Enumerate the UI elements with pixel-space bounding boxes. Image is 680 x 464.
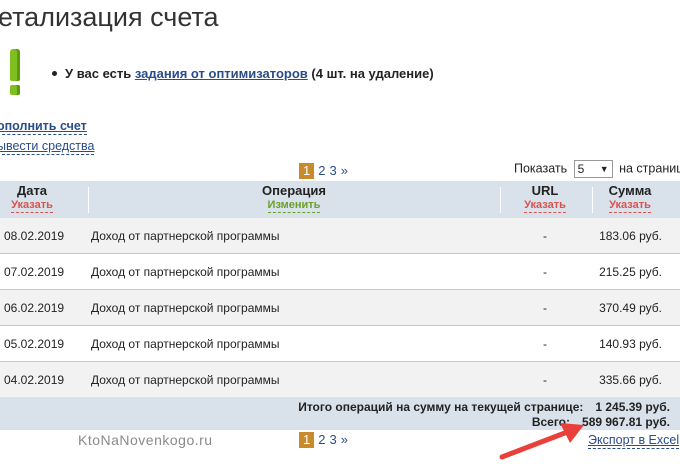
row-sum: 335.66 руб.	[599, 373, 662, 387]
row-date: 07.02.2019	[4, 265, 65, 279]
column-operation: Операция Изменить	[88, 183, 500, 213]
export-excel-link[interactable]: Экспорт в Excel	[588, 433, 680, 449]
page-link-2[interactable]: 2	[318, 163, 325, 178]
top-up-link[interactable]: ополнить счет	[0, 119, 87, 135]
table-row: 05.02.2019 Доход от партнерской программ…	[0, 326, 680, 361]
page-title: етализация счета	[0, 2, 219, 32]
table-row: 06.02.2019 Доход от партнерской программ…	[0, 290, 680, 325]
table-row: 07.02.2019 Доход от партнерской программ…	[0, 254, 680, 289]
exclamation-icon	[7, 49, 23, 97]
page-current: 1	[299, 432, 315, 448]
row-url: -	[543, 373, 547, 387]
row-url: -	[543, 301, 547, 315]
notice-prefix: У вас есть	[65, 66, 135, 81]
row-date: 06.02.2019	[4, 301, 65, 315]
pagination-top: 1 2 3 »	[299, 163, 352, 179]
row-sum: 183.06 руб.	[599, 229, 662, 243]
row-sum: 140.93 руб.	[599, 337, 662, 351]
table-header: Дата Указать Операция Изменить URL Указа…	[0, 181, 680, 218]
page-current: 1	[299, 163, 315, 179]
per-page-select[interactable]: 5 ▼	[573, 160, 613, 178]
watermark: KtoNaNovenkogo.ru	[78, 432, 213, 448]
page-next-link[interactable]: »	[341, 163, 348, 178]
row-operation: Доход от партнерской программы	[91, 373, 280, 387]
grand-total-value: 589 967.81 руб.	[582, 415, 670, 429]
column-date: Дата Указать	[0, 183, 64, 213]
column-date-label: Дата	[16, 183, 48, 198]
operation-change-link[interactable]: Изменить	[267, 199, 321, 213]
per-page-label: Показать	[514, 161, 568, 176]
page-link-2[interactable]: 2	[318, 432, 325, 447]
column-sum: Сумма Указать	[592, 183, 668, 213]
page-total: Итого операций на сумму на текущей стран…	[298, 400, 670, 414]
row-sum: 370.49 руб.	[599, 301, 662, 315]
column-url: URL Указать	[500, 183, 590, 213]
page-next-link[interactable]: »	[341, 432, 348, 447]
date-sort-link[interactable]: Указать	[11, 199, 53, 213]
row-operation: Доход от партнерской программы	[91, 301, 280, 315]
notice-message: У вас есть задания от оптимизаторов (4 ш…	[52, 66, 434, 81]
page-total-label: Итого операций на сумму на текущей стран…	[298, 400, 584, 414]
row-url: -	[543, 229, 547, 243]
per-page-value: 5	[577, 162, 585, 176]
page-link-3[interactable]: 3	[329, 432, 336, 447]
per-page-control: Показать 5▼ на страницу	[514, 160, 680, 178]
row-date: 04.02.2019	[4, 373, 65, 387]
row-date: 05.02.2019	[4, 337, 65, 351]
red-arrow-icon	[499, 423, 584, 460]
column-url-label: URL	[531, 183, 559, 198]
per-page-suffix: на страницу	[619, 161, 680, 176]
row-operation: Доход от партнерской программы	[91, 337, 280, 351]
optimizer-tasks-link[interactable]: задания от оптимизаторов	[135, 66, 308, 81]
row-url: -	[543, 337, 547, 351]
url-sort-link[interactable]: Указать	[524, 199, 566, 213]
pagination-bottom: 1 2 3 »	[299, 432, 352, 448]
chevron-down-icon: ▼	[599, 164, 609, 174]
row-operation: Доход от партнерской программы	[91, 229, 280, 243]
column-operation-label: Операция	[262, 183, 326, 198]
page-link-3[interactable]: 3	[329, 163, 336, 178]
table-row: 08.02.2019 Доход от партнерской программ…	[0, 218, 680, 253]
page-total-value: 1 245.39 руб.	[595, 400, 670, 414]
withdraw-link[interactable]: ывести средства	[0, 139, 95, 155]
sum-sort-link[interactable]: Указать	[609, 199, 651, 213]
bullet-icon	[52, 71, 57, 77]
row-date: 08.02.2019	[4, 229, 65, 243]
table-row: 04.02.2019 Доход от партнерской программ…	[0, 362, 680, 397]
notice-suffix: (4 шт. на удаление)	[307, 66, 434, 81]
row-url: -	[543, 265, 547, 279]
column-sum-label: Сумма	[608, 183, 652, 198]
row-sum: 215.25 руб.	[599, 265, 662, 279]
row-operation: Доход от партнерской программы	[91, 265, 280, 279]
